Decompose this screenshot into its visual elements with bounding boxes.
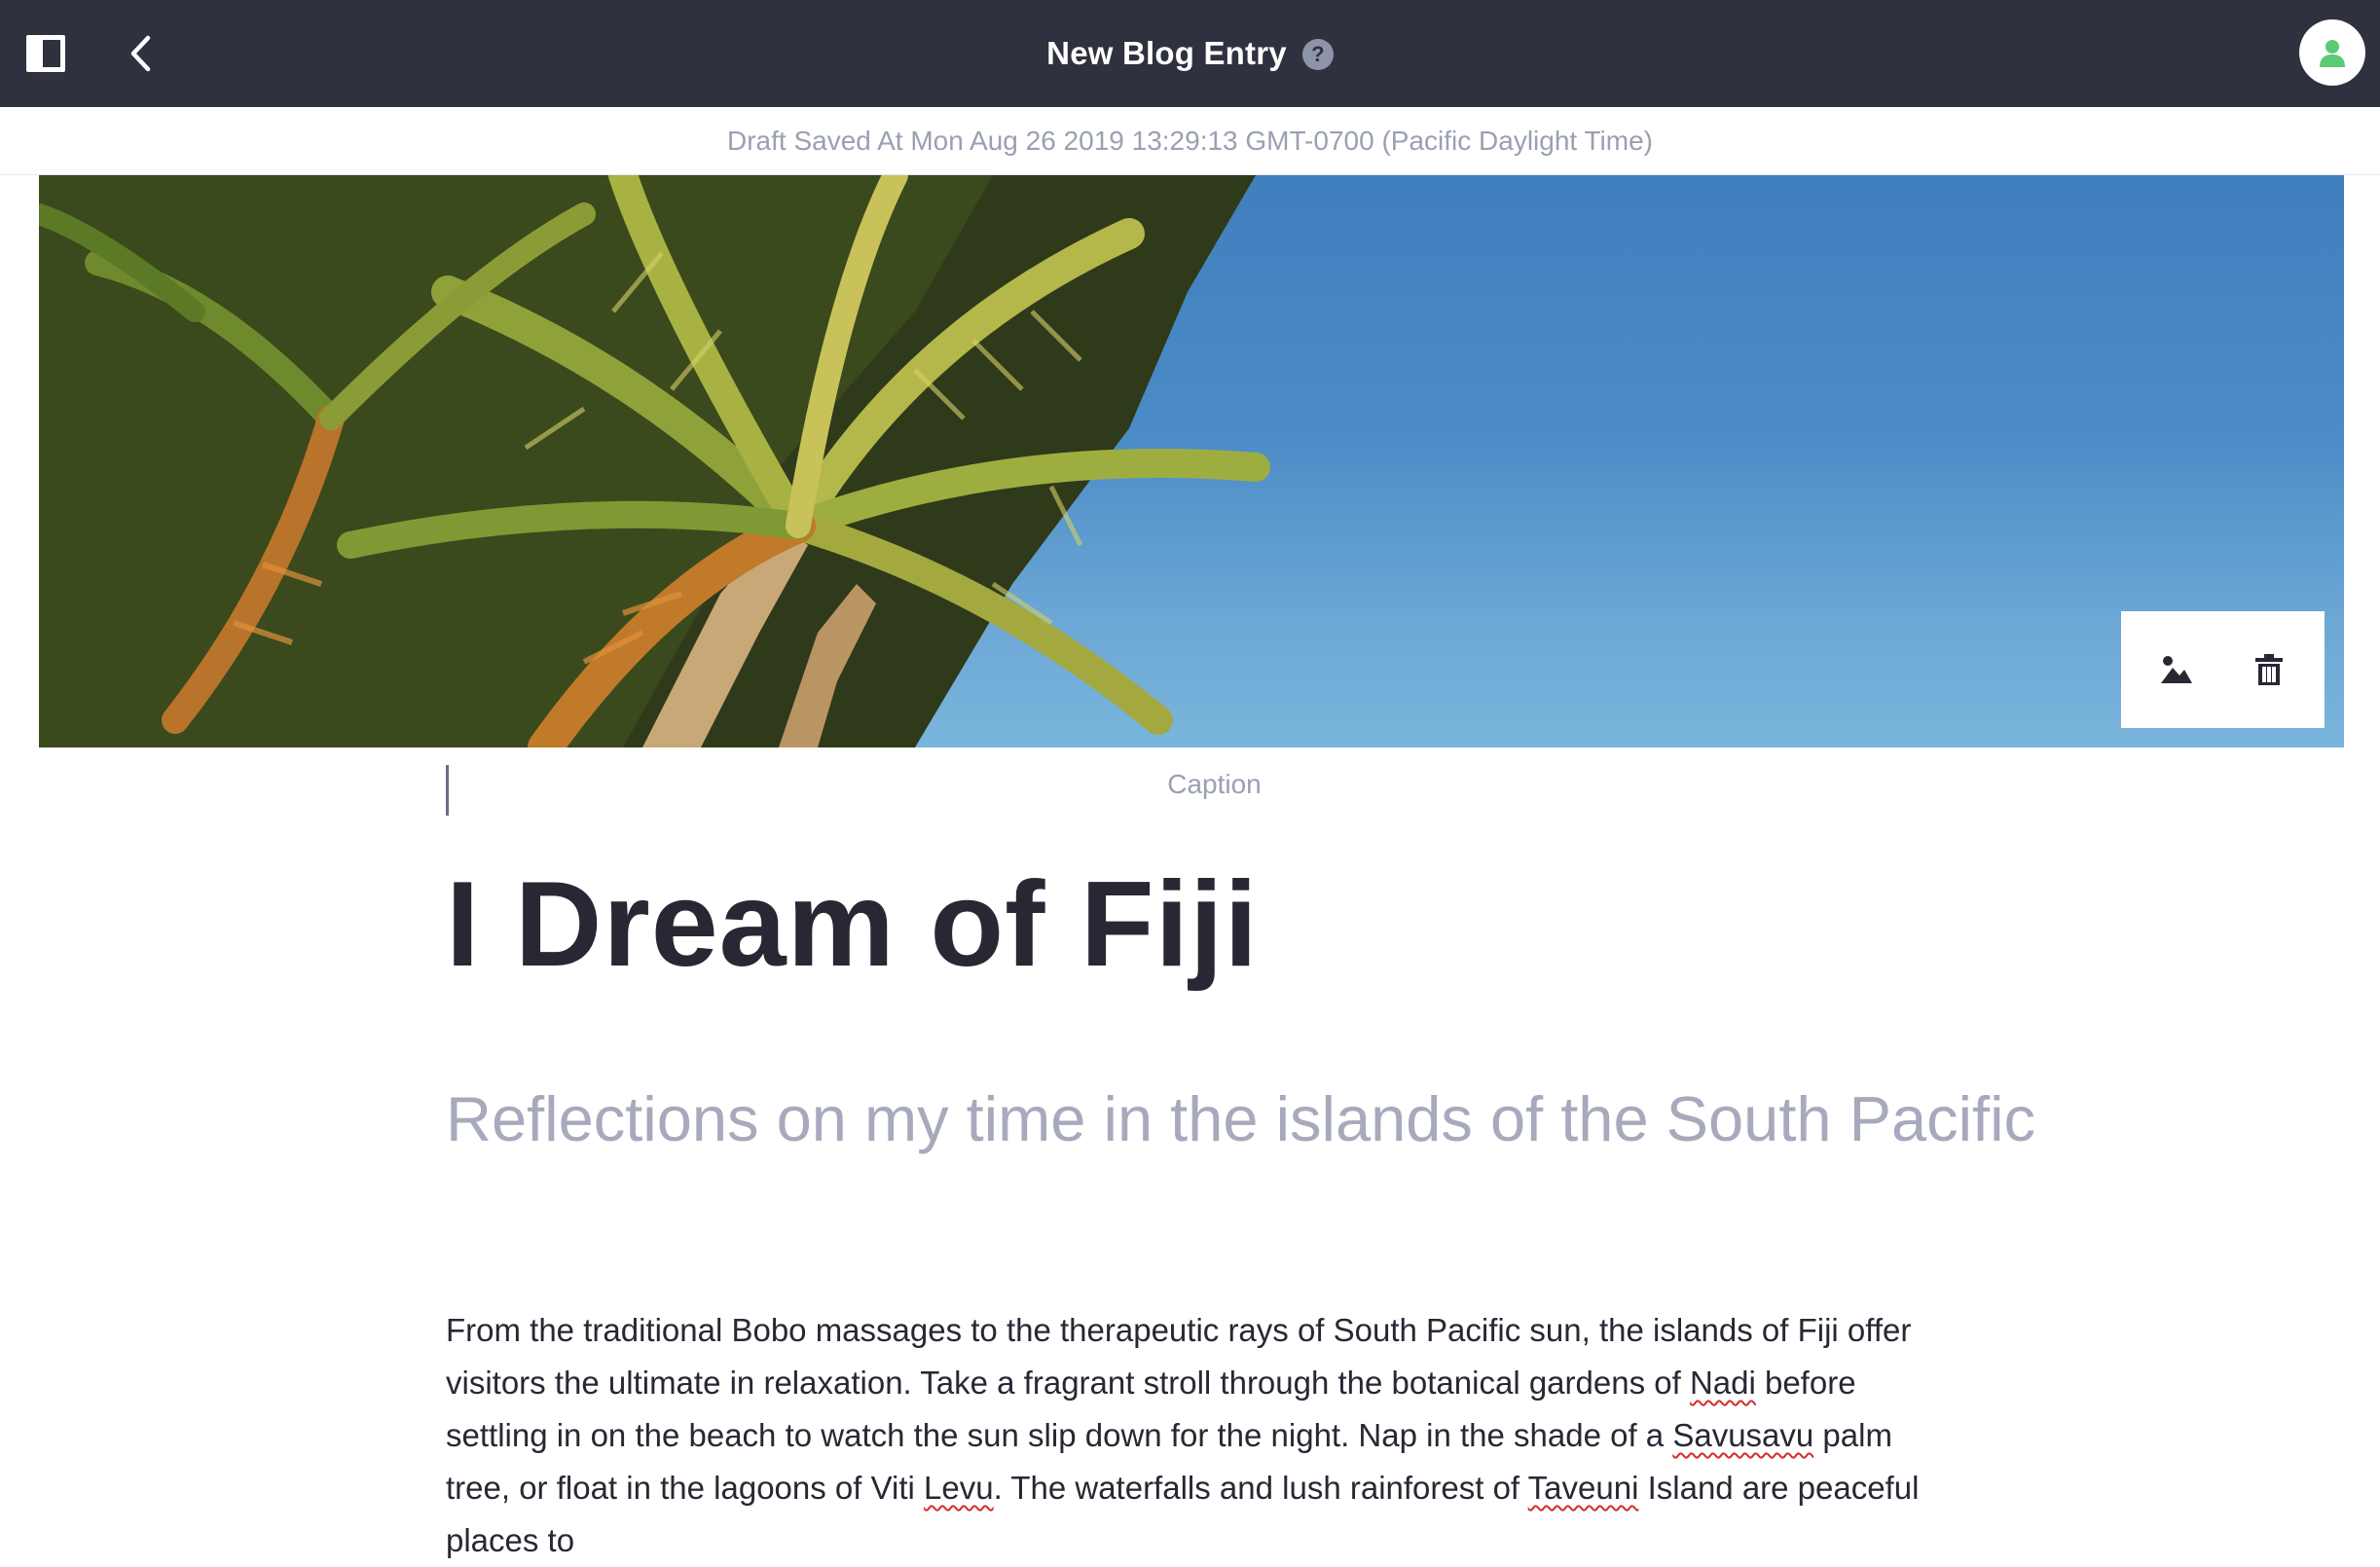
back-button[interactable] bbox=[123, 33, 162, 74]
title-group: New Blog Entry ? bbox=[0, 0, 2380, 107]
article-subtitle-input[interactable]: Reflections on my time in the islands of… bbox=[446, 1080, 2035, 1158]
article-body-editor[interactable]: From the traditional Bobo massages to th… bbox=[446, 1304, 1950, 1567]
user-icon bbox=[2320, 40, 2345, 67]
chevron-left-icon bbox=[130, 35, 151, 72]
misspelled-word[interactable]: Levu bbox=[924, 1470, 994, 1506]
misspelled-word[interactable]: Savusavu bbox=[1672, 1417, 1813, 1453]
image-icon bbox=[2161, 656, 2193, 683]
top-navigation-bar: New Blog Entry ? bbox=[0, 0, 2380, 107]
draft-status-bar: Draft Saved At Mon Aug 26 2019 13:29:13 … bbox=[0, 107, 2380, 175]
change-image-button[interactable] bbox=[2149, 642, 2204, 697]
body-text: . The waterfalls and lush rainforest of bbox=[993, 1470, 1528, 1506]
sidebar-toggle-pane bbox=[31, 40, 43, 67]
misspelled-word[interactable]: Taveuni bbox=[1528, 1470, 1639, 1506]
cover-image-toolbar bbox=[2121, 611, 2325, 728]
trash-icon bbox=[2254, 654, 2283, 685]
sidebar-toggle-icon[interactable] bbox=[26, 35, 65, 72]
misspelled-word[interactable]: Nadi bbox=[1690, 1365, 1756, 1401]
delete-image-button[interactable] bbox=[2242, 642, 2296, 697]
palm-tree-illustration bbox=[39, 175, 1270, 747]
question-circle-icon[interactable]: ? bbox=[1301, 39, 1334, 70]
caption-input[interactable]: Caption bbox=[0, 769, 2380, 800]
cover-image[interactable] bbox=[39, 175, 2344, 747]
user-avatar-button[interactable] bbox=[2299, 19, 2365, 86]
draft-saved-text: Draft Saved At Mon Aug 26 2019 13:29:13 … bbox=[727, 125, 1653, 156]
page-title: New Blog Entry bbox=[1046, 35, 1287, 71]
article-title-input[interactable]: I Dream of Fiji bbox=[446, 856, 1259, 993]
